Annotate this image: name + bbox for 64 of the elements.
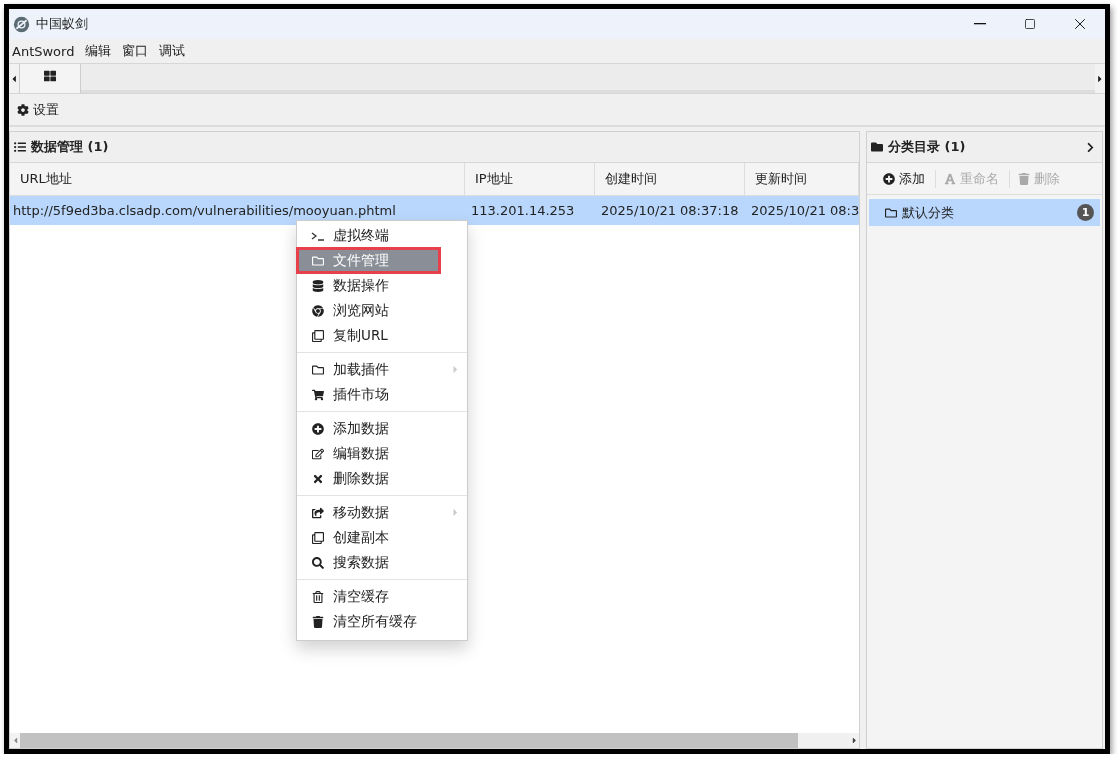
logo-icon [13, 15, 30, 33]
share-icon [311, 506, 325, 519]
menu-item[interactable]: 插件市场 [297, 382, 467, 407]
copy-icon [311, 329, 325, 342]
menu-item[interactable]: 复制URL [297, 323, 467, 348]
tab[interactable] [19, 64, 81, 93]
maximize-icon [1024, 18, 1036, 30]
trash-icon [311, 590, 325, 603]
cross-icon [311, 472, 325, 485]
menu-item[interactable]: 调试 [159, 42, 186, 60]
edit-icon [311, 447, 325, 460]
globe-icon [311, 304, 325, 317]
database-icon [311, 279, 325, 292]
settings-icon [17, 103, 29, 116]
minimize-icon [974, 23, 986, 25]
table-row[interactable]: http://5f9ed3ba.clsadp.com/vulnerabilities/mooyuan.phtml 113.201.14.253 2025/10/21 08:37:18 2025/10/21 08:3 [10, 196, 859, 225]
toolbar-button[interactable]: 添加 [875, 169, 936, 188]
grid-icon [44, 69, 56, 82]
trash-icon [1018, 172, 1030, 185]
folder-icon [311, 254, 325, 267]
table-cell-text: 2025/10/21 08:37:18 [600, 202, 740, 220]
cart-icon [311, 388, 325, 401]
menu-item[interactable]: 移动数据 [297, 500, 467, 525]
menu-item[interactable]: AntSword [12, 43, 75, 59]
folder-icon [871, 141, 883, 153]
column-header[interactable]: 更新时间 [745, 163, 859, 195]
list-icon [14, 141, 26, 153]
search-icon [311, 556, 325, 569]
panel-title: 数据管理 (1) [31, 138, 110, 156]
menu-item[interactable]: 虚拟终端 [297, 223, 467, 248]
column-header[interactable]: 创建时间 [595, 163, 745, 195]
menu-item[interactable]: 数据操作 [297, 273, 467, 298]
menu-item[interactable]: 添加数据 [297, 416, 467, 441]
terminal-icon [311, 230, 325, 241]
menu-item[interactable]: 删除数据 [297, 466, 467, 491]
table-cell-text: 2025/10/21 08:3 [750, 202, 859, 220]
font-icon [944, 172, 956, 185]
collapse-icon[interactable] [1085, 141, 1096, 153]
copy-icon [311, 531, 325, 544]
scroll-right-button[interactable] [1095, 64, 1105, 93]
menu-item[interactable]: 搜索数据 [297, 550, 467, 575]
column-header[interactable]: URL地址 [10, 163, 465, 195]
menu-item[interactable]: 浏览网站 [297, 298, 467, 323]
window-title: 中国蚁剑 [36, 15, 89, 33]
count-badge: 1 [1077, 204, 1094, 221]
menu-item[interactable]: 编辑数据 [297, 441, 467, 466]
folder-icon [885, 206, 897, 219]
menu-item[interactable]: 窗口 [122, 42, 149, 60]
column-header[interactable]: IP地址 [465, 163, 595, 195]
table-cell-text: http://5f9ed3ba.clsadp.com/vulnerabilities/mooyuan.phtml [12, 202, 397, 220]
category-label: 默认分类 [902, 203, 955, 222]
category-item[interactable]: 默认分类 1 [869, 199, 1100, 226]
settings-button[interactable]: 设置 [17, 100, 59, 119]
menu-item[interactable]: 加载插件 [297, 357, 467, 382]
menu-item[interactable]: 创建副本 [297, 525, 467, 550]
table-cell-text: 113.201.14.253 [470, 202, 576, 220]
folder-icon [311, 363, 325, 376]
menu-item[interactable]: 清空所有缓存 [297, 609, 467, 634]
scroll-left-button[interactable] [9, 64, 19, 93]
menu-item[interactable]: 编辑 [85, 42, 112, 60]
trash-icon [311, 615, 325, 628]
horizontal-scrollbar[interactable] [10, 733, 859, 748]
panel-title: 分类目录 (1) [888, 138, 967, 156]
menu-item[interactable]: 清空缓存 [297, 584, 467, 609]
